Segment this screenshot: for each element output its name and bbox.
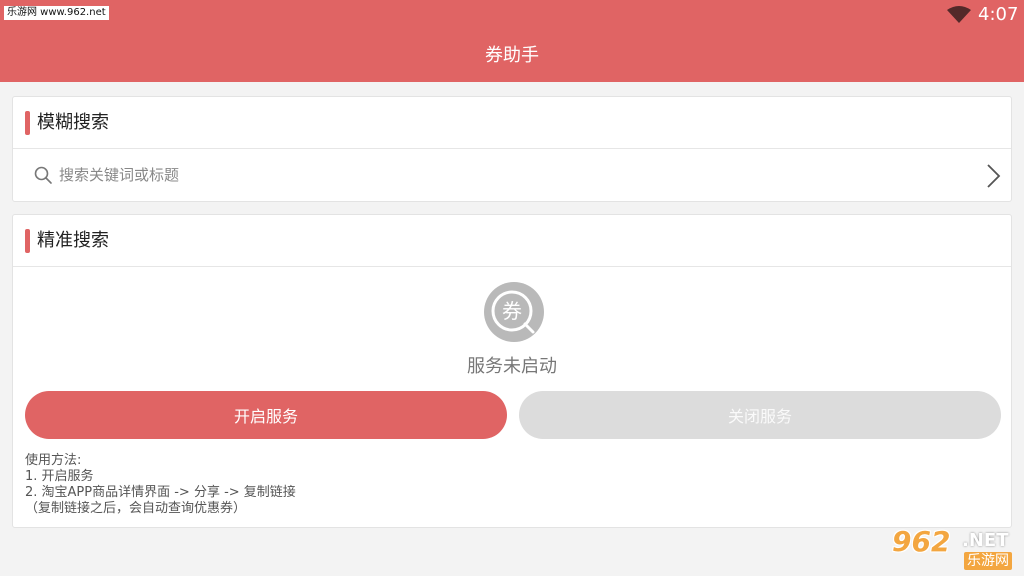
search-input[interactable] (59, 161, 959, 189)
coupon-search-icon: 券 (484, 282, 544, 342)
precise-search-heading: 精准搜索 (37, 230, 109, 251)
fuzzy-search-header: 模糊搜索 (13, 97, 1011, 149)
coupon-glyph: 券 (502, 299, 522, 323)
precise-search-header: 精准搜索 (13, 215, 1011, 267)
usage-note: （复制链接之后，会自动查询优惠券） (25, 501, 247, 516)
section-accent-bar (25, 229, 30, 253)
section-accent-bar (25, 111, 30, 135)
usage-step-2: 2. 淘宝APP商品详情界面 -> 分享 -> 复制链接 (25, 485, 296, 500)
status-bar: 乐游网 www.962.net 4:07 (0, 0, 1024, 30)
fuzzy-search-card: 模糊搜索 (12, 96, 1012, 202)
watermark-domain: .NET (962, 530, 1009, 551)
watermark-text: 乐游网 www.962.net (4, 6, 109, 20)
service-status-text: 服务未启动 (467, 356, 557, 377)
app-bar: 乐游网 www.962.net 4:07 券助手 (0, 0, 1024, 82)
search-icon (34, 166, 52, 184)
watermark-number: 962 (892, 525, 951, 558)
precise-search-card: 精准搜索 券 服务未启动 开启服务 关闭服务 使用方法: 1. 开启服务 2. … (12, 214, 1012, 528)
watermark-logo: 962 .NET 乐游网 (884, 526, 1020, 572)
wifi-icon (947, 6, 971, 23)
chevron-right-icon[interactable] (985, 163, 1001, 189)
watermark-name: 乐游网 (964, 552, 1012, 570)
clock: 4:07 (978, 4, 1019, 25)
fuzzy-search-heading: 模糊搜索 (37, 112, 109, 133)
usage-title: 使用方法: (25, 453, 82, 468)
page-title: 券助手 (485, 45, 539, 66)
usage-instructions: 使用方法: 1. 开启服务 2. 淘宝APP商品详情界面 -> 分享 -> 复制… (25, 453, 296, 517)
usage-step-1: 1. 开启服务 (25, 469, 94, 484)
start-service-button[interactable]: 开启服务 (25, 391, 507, 439)
search-row[interactable] (13, 149, 1011, 201)
stop-service-button[interactable]: 关闭服务 (519, 391, 1001, 439)
